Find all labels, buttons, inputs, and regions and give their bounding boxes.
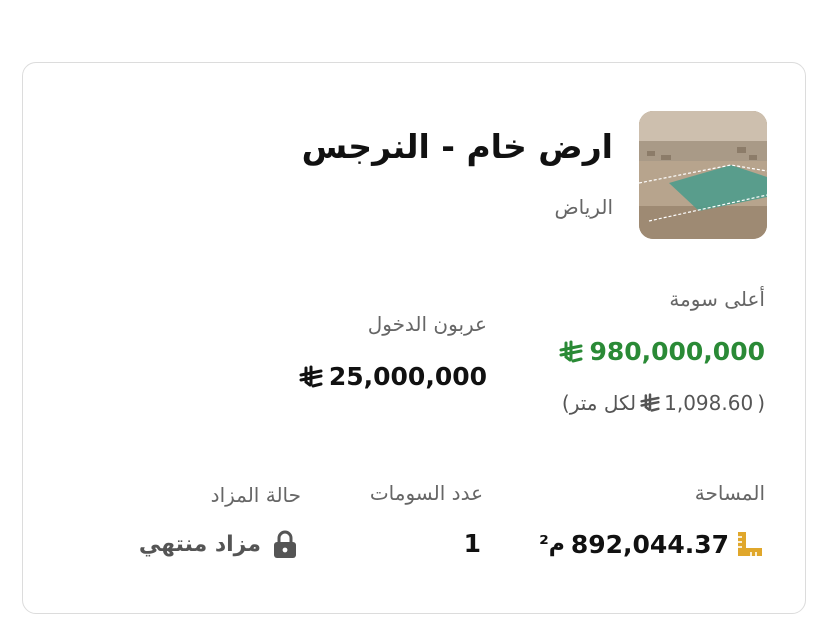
land-thumbnail[interactable] xyxy=(639,111,767,239)
highest-bid-amount: 980,000,000 xyxy=(589,337,765,366)
highest-bid-value: 980,000,000 xyxy=(559,337,765,366)
auction-status-label: حالة المزاد xyxy=(210,483,301,507)
listing-title[interactable]: ارض خام - النرجس xyxy=(302,127,613,166)
highest-bid-label: أعلى سومة xyxy=(669,287,765,311)
per-meter-price: ( 1,098.60 لكل متر) xyxy=(562,391,765,415)
area-amount: 892,044.37 xyxy=(570,529,729,559)
per-meter-amount: 1,098.60 xyxy=(664,391,754,415)
area-unit: م² xyxy=(539,531,565,557)
lock-icon xyxy=(274,530,296,558)
riyal-icon xyxy=(640,393,660,412)
deposit-label: عربون الدخول xyxy=(367,312,487,336)
auction-status-text: مزاد منتهي xyxy=(138,531,261,557)
area-value: م² 892,044.37 xyxy=(539,529,765,559)
ruler-icon xyxy=(738,532,762,556)
auction-card[interactable]: ارض خام - النرجس الرياض أعلى سومة 980,00… xyxy=(22,62,806,614)
auction-status-value: مزاد منتهي xyxy=(139,529,299,559)
per-meter-open: ( xyxy=(757,391,765,415)
deposit-amount: 25,000,000 xyxy=(328,362,487,391)
per-meter-suffix: لكل متر) xyxy=(561,391,637,415)
land-aerial-image xyxy=(639,111,767,239)
deposit-value: 25,000,000 xyxy=(299,362,487,391)
area-label: المساحة xyxy=(694,481,765,505)
listing-city: الرياض xyxy=(554,195,613,219)
riyal-icon xyxy=(299,365,323,387)
riyal-icon xyxy=(559,340,583,362)
bids-count-label: عدد السومات xyxy=(369,481,483,505)
bids-count-value: 1 xyxy=(463,529,481,558)
